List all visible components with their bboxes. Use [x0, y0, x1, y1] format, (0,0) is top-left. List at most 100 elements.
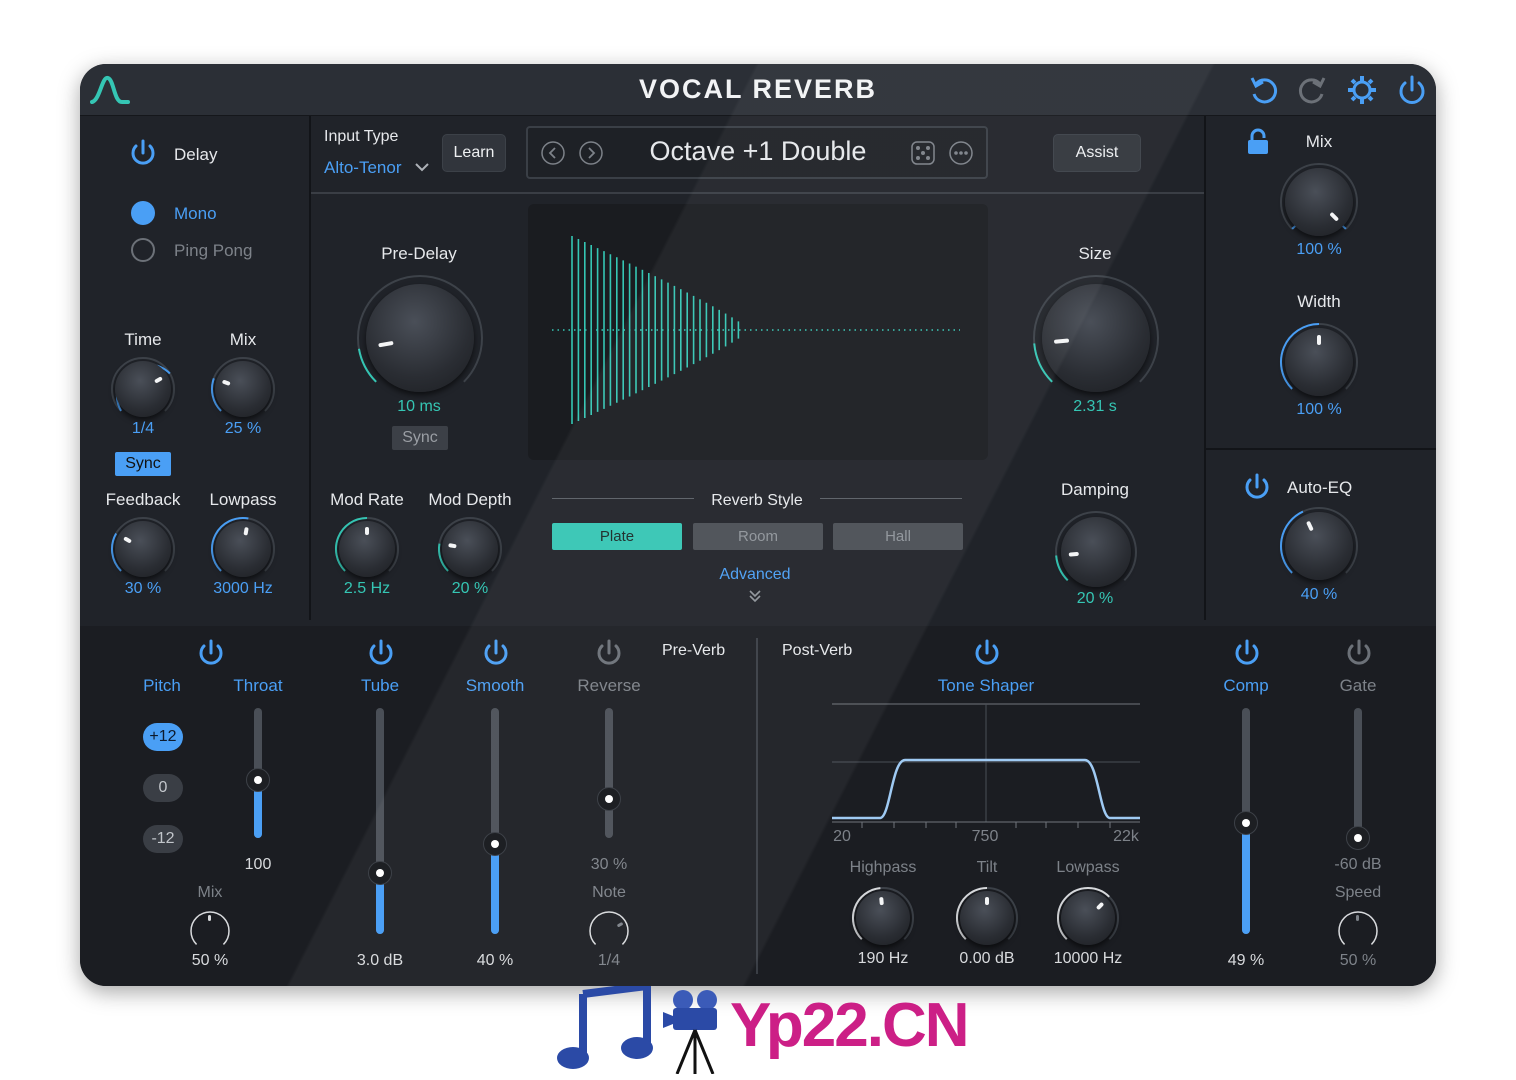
tilt-value: 0.00 dB: [959, 950, 1015, 967]
post-lowpass-knob[interactable]: [1056, 886, 1120, 950]
damping-label: Damping: [1060, 480, 1130, 499]
tube-label: Tube: [360, 676, 400, 695]
width-value: 100 %: [1296, 401, 1342, 418]
throat-slider-thumb[interactable]: [246, 767, 270, 792]
chevron-down-icon[interactable]: [414, 160, 430, 174]
tone-shaper-graph[interactable]: [830, 702, 1142, 830]
tone-axis-high: 22k: [1113, 828, 1139, 845]
reverb-style-label: Reverb Style: [711, 492, 803, 509]
settings-gear-icon[interactable]: [1346, 74, 1378, 106]
movie-camera-icon: [663, 990, 717, 1074]
delay-time-label: Time: [124, 330, 162, 349]
reverse-slider-thumb[interactable]: [597, 787, 621, 811]
style-plate-button[interactable]: Plate: [552, 523, 682, 550]
tube-power-icon[interactable]: [366, 638, 396, 668]
width-label: Width: [1297, 292, 1341, 311]
gate-speed-value: 50 %: [1339, 952, 1377, 969]
random-dice-icon[interactable]: [910, 140, 936, 166]
output-mix-knob[interactable]: [1279, 162, 1359, 242]
mod-rate-value: 2.5 Hz: [343, 580, 391, 597]
size-knob[interactable]: [1032, 274, 1160, 402]
gate-speed-knob[interactable]: [1337, 910, 1379, 952]
advanced-toggle[interactable]: Advanced: [695, 566, 815, 584]
delay-mix-knob[interactable]: [210, 356, 276, 422]
more-options-icon[interactable]: [948, 140, 974, 166]
feedback-knob[interactable]: [110, 516, 176, 582]
delay-sync-button[interactable]: Sync: [115, 452, 171, 476]
throat-value: 100: [244, 856, 272, 873]
pitch-mix-knob[interactable]: [189, 910, 231, 952]
smooth-power-icon[interactable]: [481, 638, 511, 668]
tone-shaper-label: Tone Shaper: [937, 676, 1035, 695]
reverse-power-icon[interactable]: [594, 638, 624, 668]
size-label: Size: [1078, 244, 1112, 263]
comp-label: Comp: [1223, 676, 1269, 695]
redo-icon[interactable]: [1296, 74, 1328, 106]
gate-power-icon[interactable]: [1344, 638, 1374, 668]
style-room-button[interactable]: Room: [693, 523, 823, 550]
ping-pong-radio[interactable]: [131, 238, 155, 262]
smooth-slider-thumb[interactable]: [483, 831, 507, 856]
auto-eq-knob[interactable]: [1279, 506, 1359, 586]
throat-label: Throat: [233, 676, 283, 695]
title-bar: VOCAL REVERB: [80, 64, 1436, 116]
tilt-knob[interactable]: [955, 886, 1019, 950]
pitch-zero-button[interactable]: 0: [143, 774, 183, 802]
assist-button[interactable]: Assist: [1053, 134, 1141, 172]
damping-knob[interactable]: [1054, 510, 1138, 594]
tone-shaper-power-icon[interactable]: [972, 638, 1002, 668]
double-chevron-down-icon[interactable]: [747, 588, 763, 604]
comp-power-icon[interactable]: [1232, 638, 1262, 668]
mono-label: Mono: [174, 204, 217, 223]
tube-slider-thumb[interactable]: [368, 860, 392, 885]
impulse-waveform: [552, 236, 960, 424]
pre-delay-sync-button[interactable]: Sync: [392, 426, 448, 450]
damping-value: 20 %: [1076, 590, 1114, 607]
next-preset-icon[interactable]: [578, 140, 604, 166]
input-type-dropdown[interactable]: Alto-Tenor: [324, 158, 401, 178]
delay-mix-label: Mix: [229, 330, 257, 349]
reverse-value: 30 %: [590, 856, 628, 873]
previous-preset-icon[interactable]: [540, 140, 566, 166]
smooth-value: 40 %: [476, 952, 514, 969]
output-mix-label: Mix: [1305, 132, 1333, 151]
gate-slider[interactable]: [1354, 708, 1362, 838]
lock-icon[interactable]: [1246, 128, 1270, 156]
mod-depth-knob[interactable]: [437, 516, 503, 582]
width-knob[interactable]: [1279, 322, 1359, 402]
style-hall-button[interactable]: Hall: [833, 523, 963, 550]
feedback-value: 30 %: [124, 580, 162, 597]
delay-power-icon[interactable]: [128, 138, 158, 168]
mono-radio[interactable]: [131, 201, 155, 225]
preset-name[interactable]: Octave +1 Double: [618, 136, 898, 167]
gate-label: Gate: [1339, 676, 1377, 695]
bypass-power-icon[interactable]: [1396, 74, 1428, 106]
highpass-value: 190 Hz: [857, 950, 909, 967]
auto-eq-power-icon[interactable]: [1242, 472, 1272, 502]
learn-button[interactable]: Learn: [442, 134, 506, 172]
smooth-label: Smooth: [465, 676, 525, 695]
pitch-mix-label: Mix: [197, 884, 223, 901]
output-mix-value: 100 %: [1296, 241, 1342, 258]
note-value: 1/4: [597, 952, 621, 969]
note-knob[interactable]: [588, 910, 630, 952]
delay-lowpass-knob[interactable]: [210, 516, 276, 582]
undo-icon[interactable]: [1248, 74, 1280, 106]
pre-delay-knob[interactable]: [356, 274, 484, 402]
auto-eq-value: 40 %: [1300, 586, 1338, 603]
post-lowpass-label: Lowpass: [1056, 859, 1120, 876]
mod-depth-label: Mod Depth: [428, 490, 512, 509]
pre-delay-label: Pre-Delay: [381, 244, 457, 263]
post-verb-label: Post-Verb: [782, 642, 853, 659]
pitch-plus12-button[interactable]: +12: [143, 723, 183, 751]
mod-rate-knob[interactable]: [334, 516, 400, 582]
highpass-knob[interactable]: [851, 886, 915, 950]
pitch-minus12-button[interactable]: -12: [143, 825, 183, 853]
delay-time-knob[interactable]: [110, 356, 176, 422]
pitch-power-icon[interactable]: [196, 638, 226, 668]
note-label: Note: [592, 884, 626, 901]
plugin-window: VOCAL REVERB Delay Mono Ping Pong Time 1…: [80, 64, 1436, 986]
reverse-slider[interactable]: [605, 708, 613, 838]
gate-slider-thumb[interactable]: [1346, 826, 1370, 850]
tube-value: 3.0 dB: [356, 952, 404, 969]
